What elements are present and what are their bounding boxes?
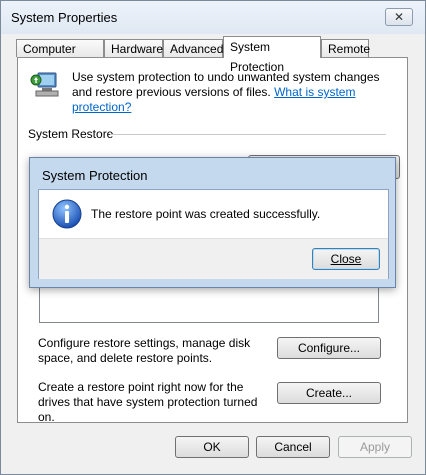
tab-computer-name[interactable]: Computer Name	[16, 39, 104, 74]
cancel-button[interactable]: Cancel	[256, 436, 330, 458]
ok-button[interactable]: OK	[175, 436, 249, 458]
section-divider	[110, 134, 386, 135]
dialog-title: System Protection	[42, 168, 148, 183]
apply-button-label: Apply	[359, 440, 391, 454]
dialog-body: The restore point was created successful…	[38, 189, 389, 279]
create-button-label: Create...	[305, 386, 353, 400]
ok-button-label: OK	[203, 440, 221, 454]
window-title: System Properties	[11, 10, 118, 25]
cancel-button-label: Cancel	[274, 440, 312, 454]
window-close-button[interactable]: ✕	[385, 8, 413, 26]
system-protection-dialog: System Protection The restore point was …	[29, 157, 396, 288]
system-protection-icon	[30, 72, 59, 97]
configure-description: Configure restore settings, manage disk …	[38, 336, 251, 365]
dialog-close-button-label: Close	[330, 252, 362, 266]
close-icon: ✕	[393, 10, 405, 24]
tab-remote[interactable]: Remote	[321, 39, 370, 57]
title-bar: System Properties ✕	[1, 1, 425, 34]
configure-button[interactable]: Configure...	[277, 337, 381, 359]
create-button[interactable]: Create...	[277, 382, 381, 404]
information-icon	[52, 199, 82, 229]
dialog-message: The restore point was created successful…	[91, 207, 321, 221]
configure-button-label: Configure...	[297, 341, 361, 355]
drives-listbox[interactable]	[39, 283, 379, 323]
tab-hardware[interactable]: Hardware	[104, 39, 163, 57]
apply-button[interactable]: Apply	[338, 436, 412, 458]
create-description: Create a restore point right now for the…	[38, 380, 258, 424]
tab-system-protection[interactable]: System Protection	[223, 36, 321, 74]
dialog-close-button[interactable]: Close	[312, 248, 380, 270]
dialog-footer: Close	[39, 238, 388, 279]
system-restore-section-title: System Restore	[28, 127, 114, 141]
tab-advanced[interactable]: Advanced	[163, 39, 223, 57]
